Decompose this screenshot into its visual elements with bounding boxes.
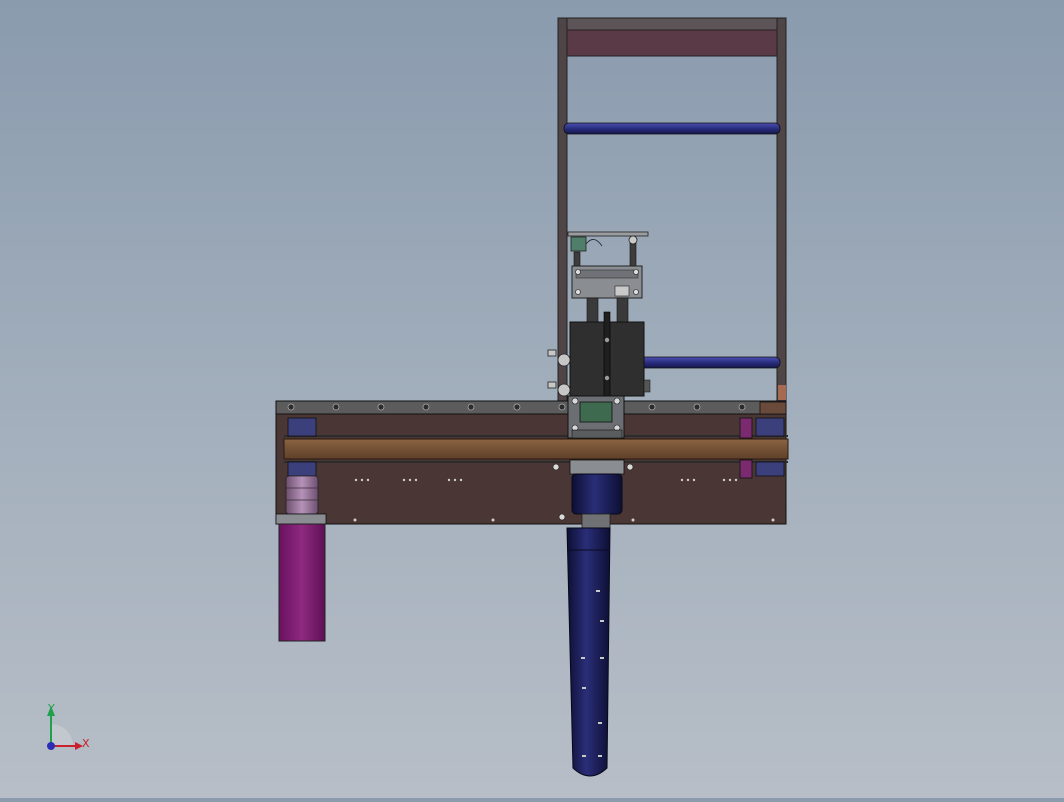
frame-foot-block <box>778 385 786 400</box>
beam-top-rail <box>275 400 787 415</box>
crossbar-lower[interactable] <box>639 356 781 369</box>
shaft-coupler <box>285 475 319 515</box>
base-beam[interactable] <box>275 400 789 525</box>
adjust-screw-icon <box>628 235 638 245</box>
crossbar-upper[interactable] <box>563 122 781 135</box>
origin-dot <box>47 742 55 750</box>
assembly-drawing: Y X <box>47 17 789 777</box>
timing-belt <box>283 438 789 460</box>
axis-triad: Y X <box>47 702 90 750</box>
y-axis-label: Y <box>47 702 55 715</box>
x-axis-label: X <box>82 737 90 750</box>
sensor-bracket[interactable] <box>567 231 649 299</box>
sensor-coil <box>570 236 587 252</box>
cad-model-viewport[interactable]: Y X <box>0 0 1064 798</box>
